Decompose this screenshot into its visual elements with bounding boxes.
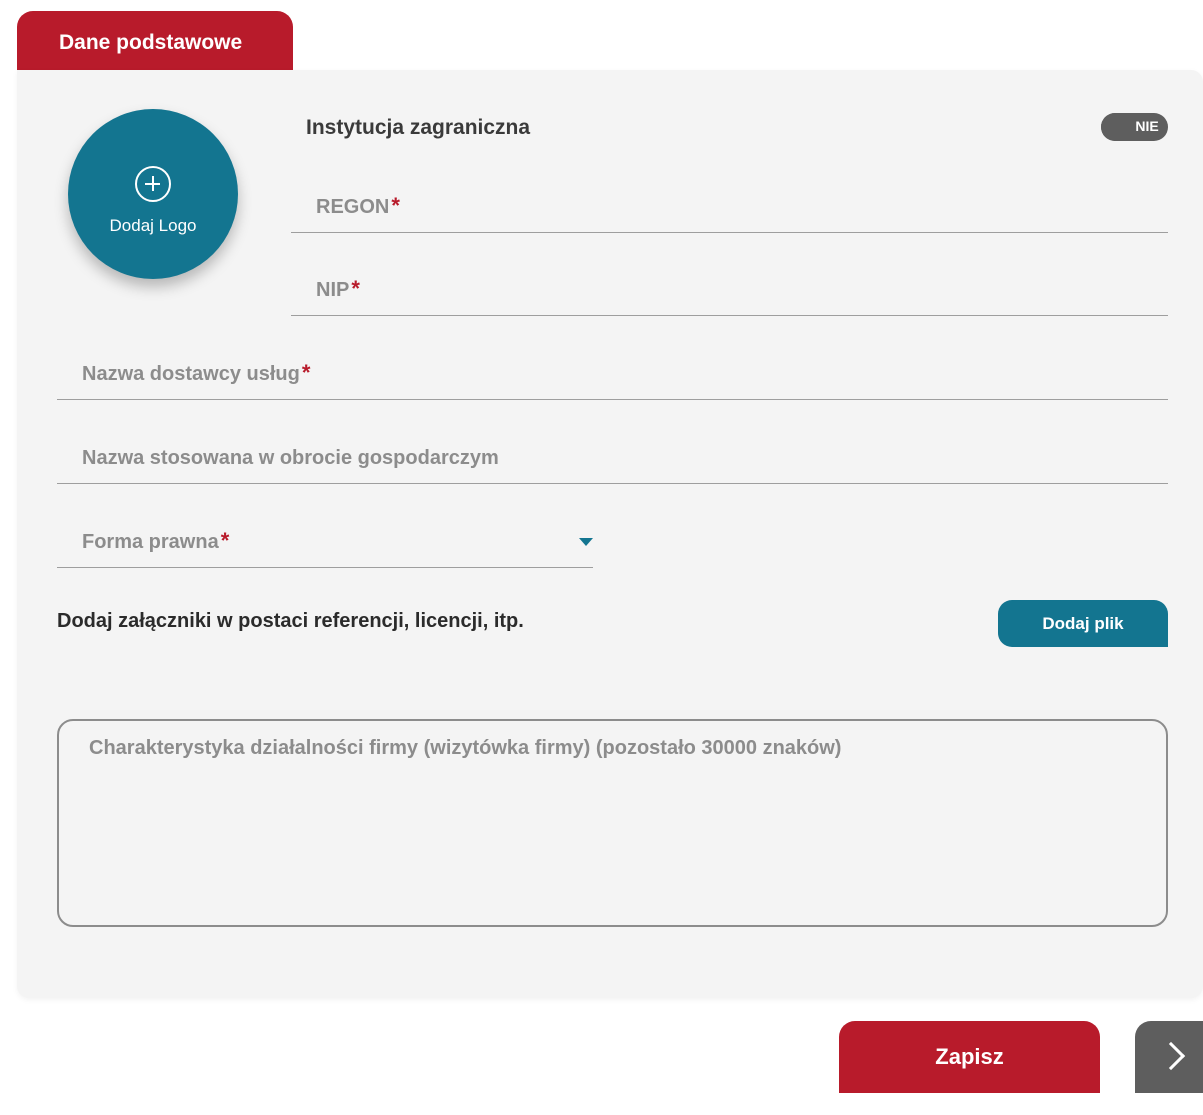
add-file-button[interactable]: Dodaj plik — [998, 600, 1168, 647]
legal-form-select[interactable]: Forma prawna* — [57, 515, 593, 568]
description-box — [57, 719, 1168, 927]
tab-dane-podstawowe[interactable]: Dane podstawowe — [17, 11, 293, 71]
toggle-value: NIE — [1135, 118, 1159, 134]
trade-name-input[interactable] — [57, 443, 1168, 483]
provider-name-input[interactable] — [57, 359, 1168, 399]
tab-label: Dane podstawowe — [59, 31, 243, 54]
nip-field[interactable]: NIP* — [291, 263, 1168, 316]
trade-name-field[interactable]: Nazwa stosowana w obrocie gospodarczym — [57, 431, 1168, 484]
description-textarea[interactable] — [59, 721, 1166, 925]
save-button[interactable]: Zapisz — [839, 1021, 1100, 1093]
caret-down-icon — [579, 538, 593, 546]
add-logo-button[interactable]: Dodaj Logo — [68, 109, 238, 279]
foreign-institution-label: Instytucja zagraniczna — [306, 116, 531, 139]
regon-input[interactable] — [291, 192, 1168, 232]
next-button[interactable] — [1135, 1021, 1203, 1093]
required-mark: * — [220, 528, 230, 553]
chevron-right-icon — [1156, 1041, 1186, 1071]
foreign-institution-toggle[interactable]: NIE — [1101, 113, 1168, 141]
nip-input[interactable] — [291, 275, 1168, 315]
add-logo-label: Dodaj Logo — [109, 216, 197, 235]
regon-field[interactable]: REGON* — [291, 180, 1168, 233]
plus-circle-icon — [135, 166, 171, 202]
toggle-knob — [1101, 113, 1129, 141]
provider-name-field[interactable]: Nazwa dostawcy usług* — [57, 347, 1168, 400]
attachments-label: Dodaj załączniki w postaci referencji, l… — [57, 610, 524, 632]
legal-form-label: Forma prawna* — [82, 528, 230, 553]
